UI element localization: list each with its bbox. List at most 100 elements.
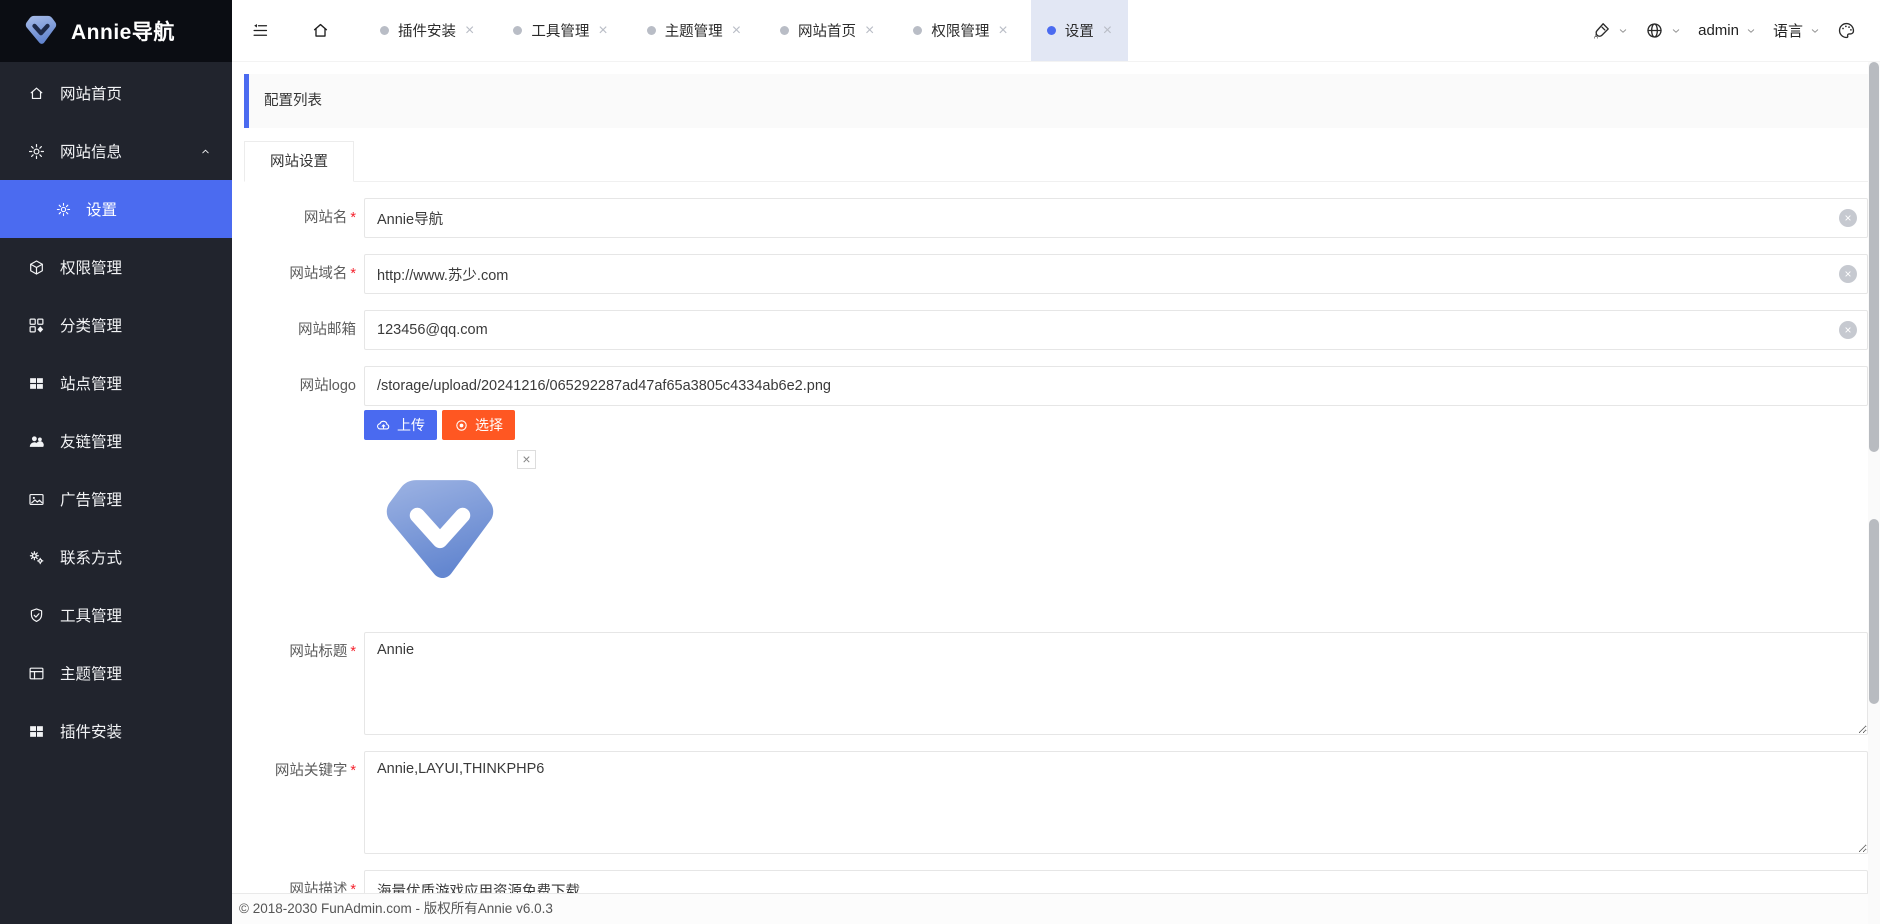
tab-dot-icon <box>513 26 522 35</box>
sidebar-item-label: 分类管理 <box>60 314 122 336</box>
scrollbar-thumb[interactable] <box>1869 519 1879 704</box>
home-tab-button[interactable] <box>298 0 342 61</box>
site-logo-input[interactable] <box>364 366 1868 406</box>
site-title-textarea[interactable]: Annie <box>364 632 1868 735</box>
sidebar-item-sites[interactable]: 站点管理 <box>0 354 232 412</box>
tab-tools[interactable]: 工具管理 × <box>497 0 623 61</box>
windows-icon <box>28 375 45 392</box>
sidebar-item-contact[interactable]: 联系方式 <box>0 528 232 586</box>
language-menu[interactable]: 语言 <box>1773 20 1821 41</box>
tab-label: 主题管理 <box>665 20 723 41</box>
tab-site-settings[interactable]: 网站设置 <box>244 141 354 182</box>
site-link-menu[interactable] <box>1645 21 1682 40</box>
sidebar-item-home[interactable]: 网站首页 <box>0 64 232 122</box>
globe-icon <box>1645 21 1664 40</box>
logo-bar[interactable]: Annie导航 <box>0 0 232 62</box>
copyright-footer: © 2018-2030 FunAdmin.com - 版权所有Annie v6.… <box>232 893 1880 924</box>
gear-icon <box>56 202 71 217</box>
theme-color-button[interactable] <box>1837 21 1856 40</box>
tab-label: 网站首页 <box>798 20 856 41</box>
field-label: 网站关键字* <box>244 751 356 854</box>
settings-content: 配置列表 网站设置 网站名* × 网站域名* × <box>232 62 1880 924</box>
clear-cache-menu[interactable]: A <box>1592 21 1629 40</box>
users-icon <box>28 433 45 450</box>
clear-input-icon[interactable]: × <box>1839 209 1857 227</box>
home-icon <box>311 21 330 40</box>
clear-input-icon[interactable]: × <box>1839 321 1857 339</box>
main-area: 插件安装 × 工具管理 × 主题管理 × 网站首页 × <box>232 0 1880 924</box>
open-tabs: 插件安装 × 工具管理 × 主题管理 × 网站首页 × <box>364 0 1135 61</box>
scrollbar-thumb[interactable] <box>1869 62 1879 452</box>
upload-button[interactable]: 上传 <box>364 410 437 440</box>
gears-icon <box>28 549 45 566</box>
admin-app: Annie导航 网站首页 网站信息 设置 权限管理 分类管理 <box>0 0 1880 924</box>
clear-input-icon[interactable]: × <box>1839 265 1857 283</box>
image-icon <box>28 491 45 508</box>
upload-button-row: 上传 选择 <box>364 410 1868 440</box>
field-row-site-email: 网站邮箱 × <box>244 310 1868 350</box>
tab-label: 工具管理 <box>531 20 589 41</box>
sidebar-item-site-info[interactable]: 网站信息 <box>0 122 232 180</box>
close-icon[interactable]: × <box>1103 23 1112 39</box>
user-menu[interactable]: admin <box>1698 22 1757 39</box>
site-name-input[interactable] <box>364 198 1868 238</box>
sidebar-item-settings[interactable]: 设置 <box>0 180 232 238</box>
tab-dot-icon <box>647 26 656 35</box>
sidebar-item-themes[interactable]: 主题管理 <box>0 644 232 702</box>
close-icon[interactable]: × <box>998 23 1007 39</box>
app-title: Annie导航 <box>71 16 175 46</box>
select-button[interactable]: 选择 <box>442 410 515 440</box>
chevron-down-icon <box>1617 25 1629 37</box>
sidebar-item-tools[interactable]: 工具管理 <box>0 586 232 644</box>
collapse-sidebar-button[interactable] <box>238 0 282 61</box>
sidebar-item-links[interactable]: 友链管理 <box>0 412 232 470</box>
sidebar-item-ads[interactable]: 广告管理 <box>0 470 232 528</box>
tab-site-home[interactable]: 网站首页 × <box>764 0 890 61</box>
close-icon[interactable]: × <box>732 23 741 39</box>
sidebar-item-label: 权限管理 <box>60 256 122 278</box>
tab-themes[interactable]: 主题管理 × <box>631 0 757 61</box>
sidebar-item-categories[interactable]: 分类管理 <box>0 296 232 354</box>
svg-text:A: A <box>1594 34 1598 40</box>
tab-dot-icon <box>1047 26 1056 35</box>
vertical-scrollbar[interactable] <box>1868 62 1880 924</box>
tab-permissions[interactable]: 权限管理 × <box>897 0 1023 61</box>
field-label: 网站邮箱 <box>244 310 356 350</box>
sidebar-item-label: 广告管理 <box>60 488 122 510</box>
sidebar-item-plugins[interactable]: 插件安装 <box>0 702 232 760</box>
tab-dot-icon <box>780 26 789 35</box>
sidebar-nav: 网站首页 网站信息 设置 权限管理 分类管理 站点管理 <box>0 62 232 760</box>
sidebar-item-label: 设置 <box>86 198 117 220</box>
field-label: 网站域名* <box>244 254 356 294</box>
sidebar-item-label: 网站信息 <box>60 140 184 162</box>
category-grid-icon <box>28 317 45 334</box>
hamburger-collapse-icon <box>251 21 270 40</box>
close-icon[interactable]: × <box>598 23 607 39</box>
home-icon <box>28 85 45 102</box>
chevron-down-icon <box>1745 25 1757 37</box>
tab-plugins[interactable]: 插件安装 × <box>364 0 490 61</box>
remove-preview-icon[interactable]: × <box>517 450 536 469</box>
field-label: 网站名* <box>244 198 356 238</box>
site-keywords-textarea[interactable]: Annie,LAYUI,THINKPHP6 <box>364 751 1868 854</box>
language-label: 语言 <box>1773 20 1803 41</box>
username: admin <box>1698 22 1739 39</box>
chevron-down-icon <box>1809 25 1821 37</box>
sidebar-item-label: 插件安装 <box>60 720 122 742</box>
tab-label: 权限管理 <box>931 20 989 41</box>
sidebar-item-permissions[interactable]: 权限管理 <box>0 238 232 296</box>
site-domain-input[interactable] <box>364 254 1868 294</box>
close-icon[interactable]: × <box>865 23 874 39</box>
site-email-input[interactable] <box>364 310 1868 350</box>
close-icon[interactable]: × <box>465 23 474 39</box>
top-navbar: 插件安装 × 工具管理 × 主题管理 × 网站首页 × <box>232 0 1880 62</box>
field-label: 网站标题* <box>244 632 356 735</box>
tab-settings-active[interactable]: 设置 × <box>1031 0 1128 61</box>
field-row-site-domain: 网站域名* × <box>244 254 1868 294</box>
field-row-site-title: 网站标题* Annie <box>244 632 1868 735</box>
logo-preview-image[interactable] <box>374 470 506 596</box>
windows-icon <box>28 723 45 740</box>
field-label: 网站logo <box>244 366 356 616</box>
panel-header: 配置列表 <box>244 74 1868 128</box>
navbar-right: A admin 语言 <box>1576 0 1880 61</box>
